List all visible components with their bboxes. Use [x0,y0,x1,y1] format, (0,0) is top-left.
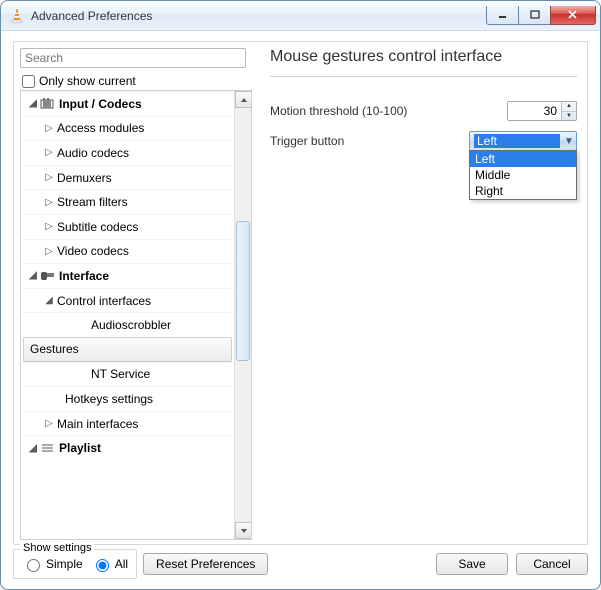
spin-down-icon[interactable]: ▼ [562,112,576,121]
tree-hotkeys-settings[interactable]: Hotkeys settings [21,386,234,411]
motion-threshold-label: Motion threshold (10-100) [270,104,430,118]
only-show-current-label: Only show current [39,74,136,88]
tree-demuxers[interactable]: ▷Demuxers [21,165,234,190]
tree-label: Audioscrobbler [89,318,171,332]
save-button[interactable]: Save [436,553,508,575]
show-settings-legend: Show settings [20,542,94,554]
tree-label: Demuxers [55,171,112,185]
tree-label: Playlist [57,441,101,455]
client-area: Only show current ◢ Input / Codecs ▷Acce… [13,41,588,545]
motion-threshold-input[interactable] [508,102,561,120]
tree-control-interfaces[interactable]: ◢Control interfaces [21,288,234,313]
playlist-icon [39,441,57,455]
tree-label: Control interfaces [55,294,151,308]
minimize-button[interactable] [486,6,519,25]
tree-stream-filters[interactable]: ▷Stream filters [21,189,234,214]
chevron-down-icon: ▼ [562,136,576,147]
maximize-button[interactable] [518,6,551,25]
expand-icon: ▷ [43,246,55,257]
collapse-icon: ◢ [27,443,39,454]
collapse-icon: ◢ [27,270,39,281]
spin-up-icon[interactable]: ▲ [562,102,576,112]
codecs-icon [39,97,57,111]
expand-icon: ▷ [43,418,55,429]
window: Advanced Preferences Only show current ◢… [0,0,601,590]
scroll-up-icon[interactable] [235,91,252,108]
tree-label: Access modules [55,121,144,135]
collapse-icon: ◢ [43,295,55,306]
titlebar[interactable]: Advanced Preferences [1,1,600,31]
tree-label: Input / Codecs [57,97,142,111]
radio-simple-label: Simple [46,557,83,571]
trigger-selected: Left [474,134,560,148]
tree-label: Interface [57,269,109,283]
tree-audio-codecs[interactable]: ▷Audio codecs [21,140,234,165]
trigger-option-right[interactable]: Right [470,183,576,199]
motion-threshold-row: Motion threshold (10-100) ▲ ▼ [270,99,577,123]
trigger-button-row: Trigger button Left ▼ Left Middle Right [270,129,577,153]
prefs-tree: ◢ Input / Codecs ▷Access modules ▷Audio … [20,90,252,540]
tree-audioscrobbler[interactable]: Audioscrobbler [21,312,234,337]
tree-access-modules[interactable]: ▷Access modules [21,116,234,141]
trigger-options-list: Left Middle Right [469,150,577,200]
tree-label: Subtitle codecs [55,220,138,234]
motion-threshold-spinner[interactable]: ▲ ▼ [507,101,577,121]
search-input[interactable] [20,48,246,68]
left-pane: Only show current ◢ Input / Codecs ▷Acce… [14,42,252,544]
vlc-icon [9,8,25,24]
tree-main-interfaces[interactable]: ▷Main interfaces [21,411,234,436]
tree-input-codecs[interactable]: ◢ Input / Codecs [21,91,234,116]
tree-label: Hotkeys settings [63,392,153,406]
expand-icon: ▷ [43,197,55,208]
expand-icon: ▷ [43,123,55,134]
tree-scrollbar[interactable] [234,91,251,539]
tree-subtitle-codecs[interactable]: ▷Subtitle codecs [21,214,234,239]
tree-nt-service[interactable]: NT Service [21,362,234,387]
bottom-bar: Show settings Simple All Reset Preferenc… [13,547,588,581]
trigger-button-dropdown[interactable]: Left ▼ [469,131,577,151]
radio-all[interactable] [96,559,109,572]
tree-items: ◢ Input / Codecs ▷Access modules ▷Audio … [21,91,234,539]
tree-label: Stream filters [55,195,128,209]
expand-icon: ▷ [43,221,55,232]
tree-playlist[interactable]: ◢ Playlist [21,435,234,460]
panel-heading: Mouse gestures control interface [270,48,577,77]
expand-icon: ▷ [43,172,55,183]
show-settings-simple[interactable]: Simple [22,556,83,572]
expand-icon: ▷ [43,147,55,158]
tree-interface[interactable]: ◢ Interface [21,263,234,288]
show-settings-all[interactable]: All [91,556,128,572]
tree-label: Gestures [28,342,79,356]
only-show-current-check[interactable] [22,75,35,88]
cancel-button[interactable]: Cancel [516,553,588,575]
reset-preferences-button[interactable]: Reset Preferences [143,553,268,575]
trigger-button-label: Trigger button [270,134,430,148]
tree-label: Main interfaces [55,417,138,431]
collapse-icon: ◢ [27,98,39,109]
interface-icon [39,269,57,283]
tree-label: Audio codecs [55,146,129,160]
trigger-option-middle[interactable]: Middle [470,167,576,183]
window-controls [487,6,596,25]
only-show-current-checkbox[interactable]: Only show current [20,72,250,90]
tree-gestures[interactable]: Gestures [23,337,232,362]
trigger-option-left[interactable]: Left [470,151,576,167]
tree-label: NT Service [89,367,150,381]
settings-panel: Mouse gestures control interface Motion … [260,42,587,544]
radio-simple[interactable] [27,559,40,572]
close-button[interactable] [550,6,596,25]
scroll-thumb[interactable] [236,221,250,361]
tree-label: Video codecs [55,244,129,258]
window-title: Advanced Preferences [31,9,152,23]
radio-all-label: All [115,557,128,571]
show-settings-group: Show settings Simple All [13,549,137,579]
tree-video-codecs[interactable]: ▷Video codecs [21,239,234,264]
scroll-down-icon[interactable] [235,522,252,539]
